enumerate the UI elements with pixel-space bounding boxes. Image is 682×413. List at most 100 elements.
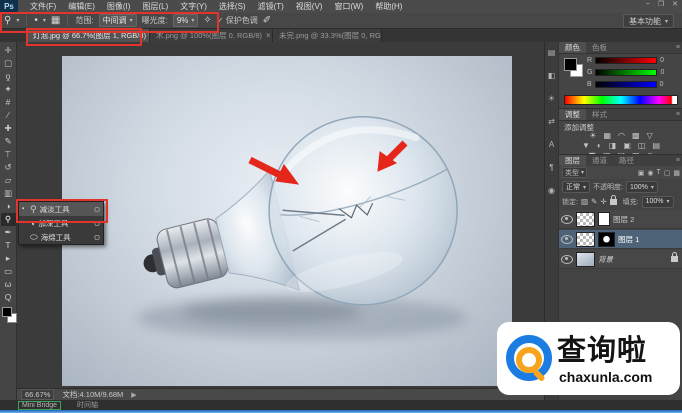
collapsed-panel-icon[interactable]: ◉ [548,186,555,195]
type-tool-icon[interactable]: T [1,239,16,252]
blue-slider-bar[interactable] [594,80,657,88]
history-brush-tool-icon[interactable]: ↺ [1,161,16,174]
quick-selection-tool-icon[interactable]: ✦ [1,83,16,96]
filter-type-layers-icon[interactable]: T [656,169,660,177]
menu-view[interactable]: 视图(V) [290,2,329,11]
adjustment-icon[interactable]: ◫ [638,141,646,150]
range-select[interactable]: 中间调 ▾ [98,14,137,27]
layer-thumbnail[interactable] [576,251,595,267]
brush-preset-icon[interactable]: • [34,15,38,26]
menu-file[interactable]: 文件(F) [24,2,62,11]
lock-transparency-icon[interactable]: ▨ [581,197,588,206]
blur-tool-icon[interactable]: ◑ [1,200,16,213]
collapsed-panel-icon[interactable]: ◧ [548,71,556,80]
menu-image[interactable]: 图像(I) [101,2,137,11]
adjustment-icon[interactable]: ▼ [582,141,590,150]
document-canvas[interactable] [62,56,512,386]
tool-preset-caret-icon[interactable]: ▾ [16,17,19,24]
tab-color[interactable]: 颜色 [559,42,586,53]
pen-tool-icon[interactable]: ✒ [1,226,16,239]
blend-mode-select[interactable]: 正常 ▾ [562,181,591,193]
panel-menu-icon[interactable]: ≡ [676,44,680,51]
lasso-tool-icon[interactable]: ƍ [1,70,16,83]
panel-menu-icon[interactable]: ≡ [676,111,680,118]
color-spectrum-ramp[interactable] [564,95,678,105]
dodge-tool-icon[interactable]: ⚲ [0,213,16,226]
red-slider-bar[interactable] [595,56,658,64]
menu-help[interactable]: 帮助(H) [369,2,408,11]
airbrush-toggle-icon[interactable]: ✧ [203,15,211,26]
collapsed-panel-icon[interactable]: ▤ [548,48,556,57]
path-selection-tool-icon[interactable]: ▸ [1,252,16,265]
layer-thumbnail[interactable] [576,211,595,227]
filter-adjustment-layers-icon[interactable]: ◉ [647,169,653,177]
adjustment-icon[interactable]: ▽ [647,131,653,140]
color-swatches[interactable] [0,306,17,324]
layer-name[interactable]: 图层 1 [618,234,681,245]
restore-button[interactable]: ❐ [658,0,664,8]
status-options-arrow-icon[interactable]: ▶ [131,391,136,399]
adjustment-icon[interactable]: ☀ [589,131,596,140]
layer-filter-select[interactable]: 类型 ▾ [562,167,588,178]
eraser-tool-icon[interactable]: ▱ [1,174,16,187]
protect-tones-checkbox[interactable]: ✓ 保护色调 [217,15,258,26]
lock-move-icon[interactable]: ✛ [600,197,606,206]
hand-tool-icon[interactable]: ω [1,278,16,291]
collapsed-panel-icon[interactable]: ☀ [548,94,555,103]
menu-select[interactable]: 选择(S) [213,2,252,11]
tab-channels[interactable]: 通道 [586,155,613,166]
lock-all-icon[interactable] [609,194,617,205]
tab-layers[interactable]: 图层 [559,155,586,166]
adjustment-icon[interactable]: ▦ [603,131,611,140]
lock-paint-icon[interactable]: ✎ [591,197,597,206]
document-tab[interactable]: 木.png @ 100%(图层 0, RGB/8) × [150,29,273,42]
crop-tool-icon[interactable]: # [1,96,16,109]
green-slider-bar[interactable] [595,68,658,76]
layer-mask-thumbnail[interactable] [598,231,615,247]
flyout-item-dodge[interactable]: ▪ ⚲ 减淡工具 O [19,202,103,216]
layer-row-selected[interactable]: 图层 1 [559,230,682,249]
zoom-tool-icon[interactable]: Q [1,291,16,304]
menu-edit[interactable]: 编辑(E) [62,2,101,11]
foreground-color-swatch[interactable] [564,58,577,71]
menu-window[interactable]: 窗口(W) [328,2,369,11]
opacity-select[interactable]: 100% ▾ [625,181,658,193]
exposure-select[interactable]: 9% ▾ [172,14,199,27]
dodge-tool-preset-icon[interactable]: ⚲ [4,15,11,26]
visibility-eye-icon[interactable] [561,254,573,264]
tab-paths[interactable]: 路径 [613,155,640,166]
flyout-item-burn[interactable]: ◖ 加深工具 O [19,216,103,230]
menu-layer[interactable]: 图层(L) [136,2,174,11]
blue-channel-slider[interactable]: B 0 [587,80,664,88]
tab-styles[interactable]: 样式 [586,109,613,120]
brush-panel-toggle-icon[interactable]: ▦ [51,15,60,26]
move-tool-icon[interactable]: ✛ [1,44,16,57]
adjustment-icon[interactable]: ▩ [632,131,640,140]
brush-preset-caret-icon[interactable]: ▾ [43,17,46,24]
pressure-size-toggle-icon[interactable]: ✐ [263,15,271,26]
adjustment-icon[interactable]: ◐ [597,141,602,150]
adjustment-icon[interactable]: ◨ [609,141,617,150]
filter-shape-layers-icon[interactable]: ▢ [664,169,671,177]
adjustment-icon[interactable]: ◠ [618,131,625,140]
gradient-tool-icon[interactable]: ▥ [1,187,16,200]
minimize-button[interactable]: – [646,0,650,8]
brush-tool-icon[interactable]: ✎ [1,135,16,148]
green-channel-slider[interactable]: G 0 [587,68,664,76]
zoom-level-field[interactable]: 66.67% [21,389,55,400]
marquee-tool-icon[interactable]: ▢ [1,57,16,70]
tab-swatches[interactable]: 色板 [586,42,613,53]
menu-type[interactable]: 文字(Y) [174,2,213,11]
layer-mask-thumbnail[interactable] [598,212,610,226]
workspace-switcher-button[interactable]: 基本功能 ▾ [622,14,674,28]
visibility-eye-icon[interactable] [561,214,573,224]
menu-filter[interactable]: 滤镜(T) [252,2,290,11]
flyout-item-sponge[interactable]: ⬭ 海绵工具 O [19,230,103,244]
panel-menu-icon[interactable]: ≡ [676,157,680,164]
background-layer-row[interactable]: 背景 [559,250,682,269]
foreground-color-swatch[interactable] [1,307,12,317]
collapsed-panel-icon[interactable]: ¶ [549,163,553,172]
tab-timeline[interactable]: 时间轴 [77,400,98,410]
collapsed-panel-icon[interactable]: A [549,140,554,149]
shape-tool-icon[interactable]: ▭ [1,265,16,278]
